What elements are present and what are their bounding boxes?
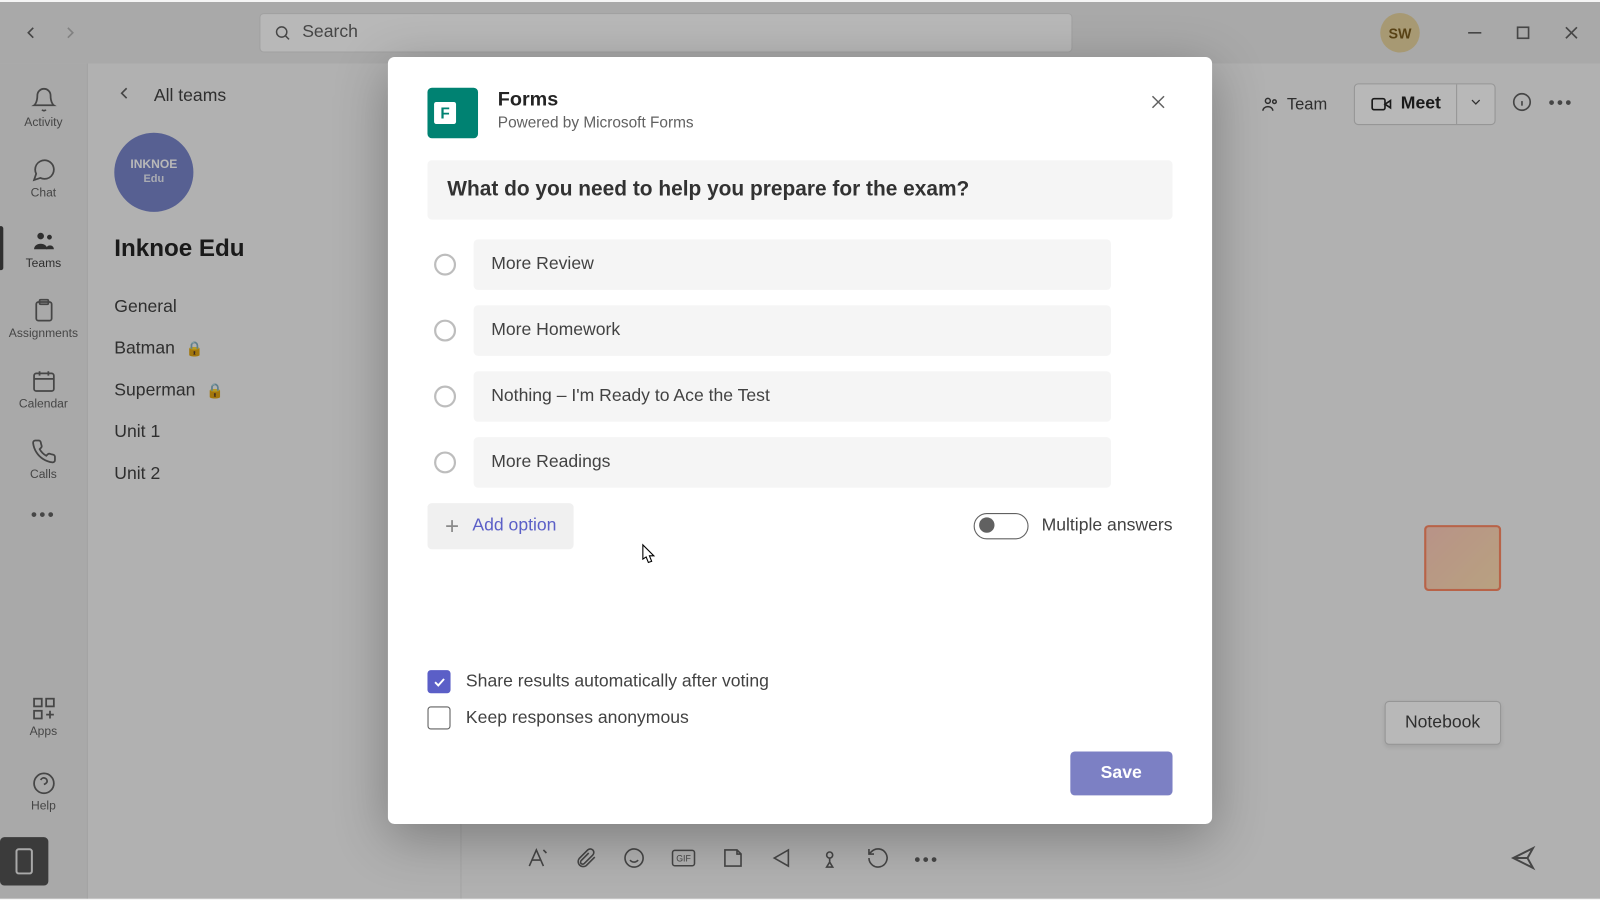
option-row: More Review [427, 239, 1172, 290]
modal-close-button[interactable] [1144, 87, 1173, 121]
option-radio[interactable] [434, 319, 456, 341]
forms-modal: F Forms Powered by Microsoft Forms What … [388, 57, 1212, 824]
multiple-answers-toggle[interactable] [973, 513, 1028, 539]
add-option-button[interactable]: + Add option [427, 503, 574, 549]
option-radio[interactable] [434, 451, 456, 473]
forms-app-icon: F [427, 87, 478, 138]
option-input[interactable]: More Readings [474, 437, 1111, 488]
modal-title: Forms [498, 87, 1144, 110]
option-input[interactable]: More Homework [474, 305, 1111, 356]
option-input[interactable]: Nothing – I'm Ready to Ace the Test [474, 371, 1111, 422]
close-icon [1148, 92, 1168, 112]
multiple-answers-label: Multiple answers [1042, 516, 1173, 536]
share-results-checkbox[interactable] [427, 670, 450, 693]
option-radio[interactable] [434, 385, 456, 407]
question-input[interactable]: What do you need to help you prepare for… [427, 160, 1172, 219]
option-input[interactable]: More Review [474, 239, 1111, 290]
option-radio[interactable] [434, 253, 456, 275]
option-row: More Homework [427, 305, 1172, 356]
save-button[interactable]: Save [1070, 751, 1173, 795]
modal-subtitle: Powered by Microsoft Forms [498, 113, 1144, 131]
anonymous-checkbox[interactable] [427, 706, 450, 729]
option-row: Nothing – I'm Ready to Ace the Test [427, 371, 1172, 422]
share-results-label: Share results automatically after voting [466, 671, 769, 691]
option-row: More Readings [427, 437, 1172, 488]
anonymous-label: Keep responses anonymous [466, 708, 689, 728]
plus-icon: + [445, 514, 459, 538]
